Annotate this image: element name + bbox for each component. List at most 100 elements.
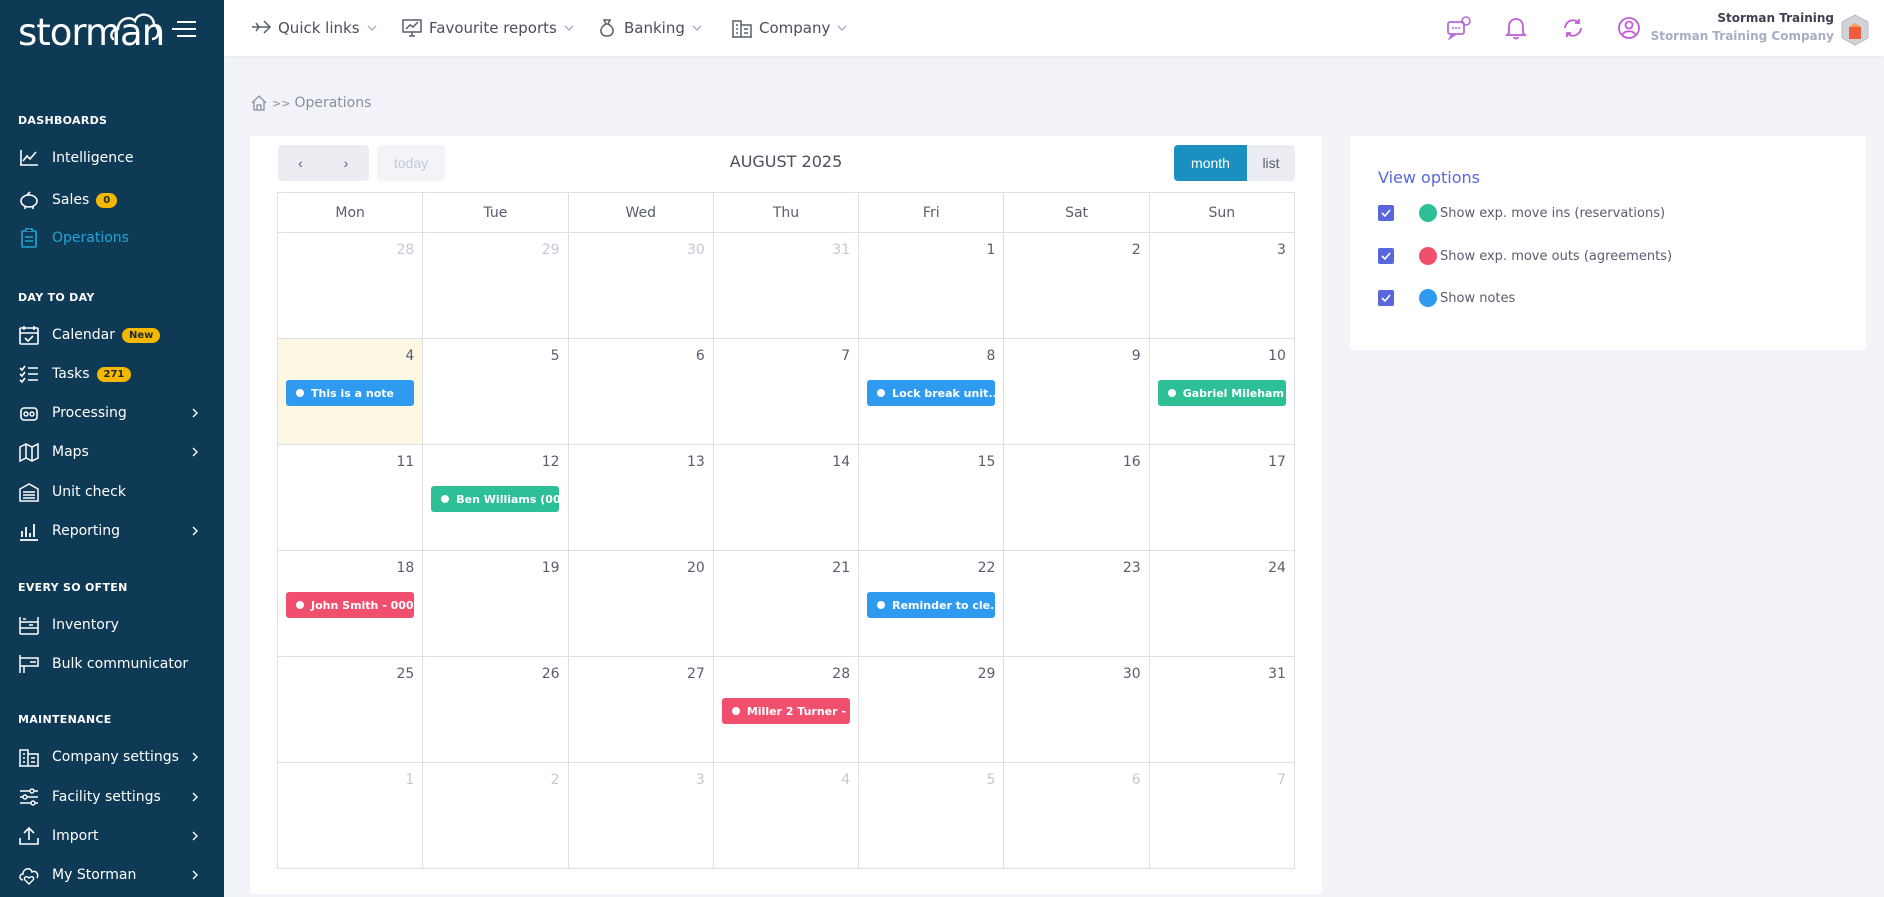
day-cell[interactable]: 9 xyxy=(1004,339,1150,445)
day-cell[interactable]: 31 xyxy=(1149,657,1295,763)
day-cell[interactable]: 11 xyxy=(278,445,424,551)
topnav-banking[interactable]: Banking xyxy=(596,17,709,39)
day-cell[interactable]: 18 John Smith - 000000 xyxy=(278,551,424,657)
day-cell[interactable]: 5 xyxy=(859,763,1005,869)
day-number[interactable]: 28 xyxy=(396,242,414,258)
day-cell[interactable]: 14 xyxy=(713,445,860,551)
day-cell[interactable]: 29 xyxy=(859,657,1005,763)
sidebar-item-operations[interactable]: Operations xyxy=(18,223,208,253)
day-cell[interactable]: 3 xyxy=(1149,233,1295,339)
calendar-event[interactable]: John Smith - 000000 xyxy=(286,592,414,618)
month-view-button[interactable]: month xyxy=(1174,145,1247,181)
calendar-event[interactable]: Lock break unit... xyxy=(867,380,996,406)
day-number[interactable]: 7 xyxy=(1277,772,1286,788)
day-number[interactable]: 24 xyxy=(1268,560,1286,576)
day-cell[interactable]: 15 xyxy=(859,445,1005,551)
view-option-label[interactable]: Show notes xyxy=(1440,291,1515,306)
day-number[interactable]: 8 xyxy=(986,348,995,364)
day-number[interactable]: 4 xyxy=(841,772,850,788)
sidebar-item-unit-check[interactable]: Unit check xyxy=(18,477,208,507)
day-number[interactable]: 10 xyxy=(1268,348,1286,364)
sidebar-item-company-settings[interactable]: Company settings xyxy=(18,742,208,772)
day-cell[interactable]: 5 xyxy=(423,339,569,445)
day-number[interactable]: 25 xyxy=(396,666,414,682)
logo[interactable]: storman xyxy=(0,0,224,60)
day-cell[interactable]: 6 xyxy=(568,339,714,445)
day-cell[interactable]: 2 xyxy=(423,763,569,869)
chat-icon[interactable] xyxy=(1446,15,1472,41)
day-number[interactable]: 5 xyxy=(551,348,560,364)
day-number[interactable]: 14 xyxy=(832,454,850,470)
day-number[interactable]: 21 xyxy=(832,560,850,576)
day-cell[interactable]: 29 xyxy=(423,233,569,339)
day-number[interactable]: 26 xyxy=(542,666,560,682)
day-cell[interactable]: 28 xyxy=(278,233,424,339)
day-number[interactable]: 3 xyxy=(696,772,705,788)
day-number[interactable]: 7 xyxy=(841,348,850,364)
day-number[interactable]: 1 xyxy=(405,772,414,788)
day-number[interactable]: 2 xyxy=(1132,242,1141,258)
day-number[interactable]: 29 xyxy=(978,666,996,682)
calendar-event[interactable]: Miller 2 Turner - 000 xyxy=(721,698,850,724)
day-cell[interactable]: 28 Miller 2 Turner - 000 xyxy=(713,657,860,763)
day-cell[interactable]: 27 xyxy=(568,657,714,763)
day-number[interactable]: 9 xyxy=(1132,348,1141,364)
day-number[interactable]: 19 xyxy=(542,560,560,576)
view-option-label[interactable]: Show exp. move outs (agreements) xyxy=(1440,249,1672,264)
day-number[interactable]: 28 xyxy=(832,666,850,682)
sidebar-item-reporting[interactable]: Reporting xyxy=(18,516,208,546)
day-cell[interactable]: 21 xyxy=(713,551,860,657)
calendar-event[interactable]: Ben Williams (000000 xyxy=(431,486,560,512)
sidebar-item-bulk-communicator[interactable]: Bulk communicator xyxy=(18,649,208,679)
view-option-label[interactable]: Show exp. move ins (reservations) xyxy=(1440,206,1665,221)
day-number[interactable]: 15 xyxy=(978,454,996,470)
topnav-company[interactable]: Company xyxy=(731,17,854,39)
sidebar-item-maps[interactable]: Maps xyxy=(18,437,208,467)
avatar[interactable] xyxy=(1840,14,1870,46)
day-cell[interactable]: 1 xyxy=(859,233,1005,339)
calendar-event[interactable]: Gabriel Mileham (0000 xyxy=(1157,380,1286,406)
day-cell[interactable]: 26 xyxy=(423,657,569,763)
day-number[interactable]: 6 xyxy=(696,348,705,364)
day-cell[interactable]: 30 xyxy=(568,233,714,339)
checkbox[interactable] xyxy=(1378,248,1394,264)
calendar-event[interactable]: Reminder to cle... xyxy=(867,592,996,618)
day-cell[interactable]: 1 xyxy=(278,763,424,869)
day-number[interactable]: 18 xyxy=(396,560,414,576)
day-cell[interactable]: 8 Lock break unit... xyxy=(859,339,1005,445)
day-cell[interactable]: 6 xyxy=(1004,763,1150,869)
day-cell[interactable]: 25 xyxy=(278,657,424,763)
day-number[interactable]: 22 xyxy=(978,560,996,576)
day-cell[interactable]: 16 xyxy=(1004,445,1150,551)
user-company[interactable]: Storman Training Company xyxy=(1651,29,1834,43)
day-number[interactable]: 27 xyxy=(687,666,705,682)
day-number[interactable]: 4 xyxy=(405,348,414,364)
day-cell[interactable]: 2 xyxy=(1004,233,1150,339)
day-cell[interactable]: 3 xyxy=(568,763,714,869)
user-circle-icon[interactable] xyxy=(1616,15,1642,41)
checkbox[interactable] xyxy=(1378,290,1394,306)
day-number[interactable]: 29 xyxy=(542,242,560,258)
day-cell[interactable]: 19 xyxy=(423,551,569,657)
day-number[interactable]: 23 xyxy=(1123,560,1141,576)
sidebar-item-facility-settings[interactable]: Facility settings xyxy=(18,782,208,812)
day-number[interactable]: 31 xyxy=(1268,666,1286,682)
list-view-button[interactable]: list xyxy=(1247,145,1295,181)
sidebar-item-calendar[interactable]: Calendar New xyxy=(18,320,208,350)
topnav-quick-links[interactable]: Quick links xyxy=(250,17,384,39)
day-number[interactable]: 13 xyxy=(687,454,705,470)
day-number[interactable]: 17 xyxy=(1268,454,1286,470)
sidebar-item-sales[interactable]: Sales 0 xyxy=(18,185,208,215)
checkbox[interactable] xyxy=(1378,205,1394,221)
sync-icon[interactable] xyxy=(1560,15,1586,41)
day-number[interactable]: 16 xyxy=(1123,454,1141,470)
home-icon[interactable] xyxy=(250,94,268,112)
day-cell-today[interactable]: 4 This is a note xyxy=(278,339,424,445)
day-cell[interactable]: 10 Gabriel Mileham (0000 xyxy=(1149,339,1295,445)
day-cell[interactable]: 23 xyxy=(1004,551,1150,657)
day-number[interactable]: 12 xyxy=(542,454,560,470)
day-number[interactable]: 31 xyxy=(832,242,850,258)
day-number[interactable]: 30 xyxy=(1123,666,1141,682)
day-number[interactable]: 6 xyxy=(1132,772,1141,788)
sidebar-item-processing[interactable]: Processing xyxy=(18,398,208,428)
